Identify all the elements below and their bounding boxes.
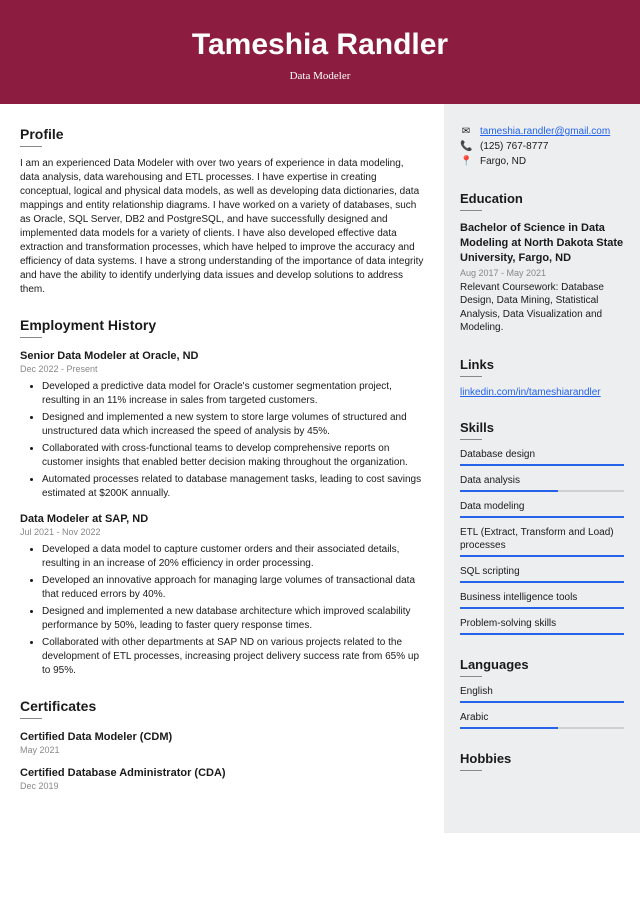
bullet: Designed and implemented a new database …	[42, 605, 424, 633]
skill-name: Data modeling	[460, 500, 624, 513]
bullet: Collaborated with other departments at S…	[42, 636, 424, 678]
resume-header: Tameshia Randler Data Modeler	[0, 0, 640, 104]
job-dates: Dec 2022 - Present	[20, 364, 424, 374]
profile-title: Profile	[20, 126, 424, 147]
envelope-icon: ✉	[460, 126, 472, 137]
job-title: Data Modeler at SAP, ND	[20, 513, 424, 525]
certificate-name: Certified Database Administrator (CDA)	[20, 767, 424, 779]
skill-bar	[460, 607, 624, 609]
skill-name: Database design	[460, 448, 624, 461]
certificate-name: Certified Data Modeler (CDM)	[20, 731, 424, 743]
email-link[interactable]: tameshia.randler@gmail.com	[480, 126, 610, 137]
job-dates: Jul 2021 - Nov 2022	[20, 527, 424, 537]
employment-section: Employment History Senior Data Modeler a…	[20, 317, 424, 678]
certificate-date: Dec 2019	[20, 781, 424, 791]
linkedin-link[interactable]: linkedin.com/in/tameshiarandler	[460, 387, 601, 398]
sidebar-column: ✉ tameshia.randler@gmail.com 📞 (125) 767…	[444, 104, 640, 833]
contact-location-row: 📍 Fargo, ND	[460, 156, 624, 167]
bullet: Developed a data model to capture custom…	[42, 543, 424, 571]
skill-bar	[460, 581, 624, 583]
employment-title: Employment History	[20, 317, 424, 338]
bullet: Developed a predictive data model for Or…	[42, 380, 424, 408]
phone-text: (125) 767-8777	[480, 141, 548, 152]
skill-name: Arabic	[460, 711, 624, 724]
job-bullets: Developed a predictive data model for Or…	[20, 380, 424, 501]
skill-name: SQL scripting	[460, 565, 624, 578]
certificate-date: May 2021	[20, 745, 424, 755]
person-name: Tameshia Randler	[0, 28, 640, 62]
skill-name: English	[460, 685, 624, 698]
bullet: Developed an innovative approach for man…	[42, 574, 424, 602]
skill-name: Problem-solving skills	[460, 617, 624, 630]
hobbies-section: Hobbies	[460, 751, 624, 771]
bullet: Automated processes related to database …	[42, 473, 424, 501]
profile-text: I am an experienced Data Modeler with ov…	[20, 157, 424, 297]
contact-phone-row: 📞 (125) 767-8777	[460, 141, 624, 152]
skill-name: ETL (Extract, Transform and Load) proces…	[460, 526, 624, 552]
hobbies-title: Hobbies	[460, 751, 624, 771]
job-entry: Senior Data Modeler at Oracle, ND Dec 20…	[20, 350, 424, 501]
skill-bar	[460, 701, 624, 703]
certificates-section: Certificates Certified Data Modeler (CDM…	[20, 698, 424, 791]
education-title: Education	[460, 191, 624, 211]
bullet: Collaborated with cross-functional teams…	[42, 442, 424, 470]
skills-section: Skills Database design Data analysis Data …	[460, 420, 624, 635]
skill-bar	[460, 516, 624, 518]
contact-email-row: ✉ tameshia.randler@gmail.com	[460, 126, 624, 137]
skill-bar	[460, 490, 624, 492]
job-bullets: Developed a data model to capture custom…	[20, 543, 424, 678]
degree-title: Bachelor of Science in Data Modeling at …	[460, 221, 624, 266]
phone-icon: 📞	[460, 141, 472, 152]
skill-bar	[460, 633, 624, 635]
degree-dates: Aug 2017 - May 2021	[460, 268, 624, 278]
links-title: Links	[460, 357, 624, 377]
skill-name: Business intelligence tools	[460, 591, 624, 604]
skills-title: Skills	[460, 420, 624, 440]
bullet: Designed and implemented a new system to…	[42, 411, 424, 439]
links-section: Links linkedin.com/in/tameshiarandler	[460, 357, 624, 398]
skill-bar	[460, 555, 624, 557]
languages-title: Languages	[460, 657, 624, 677]
person-title: Data Modeler	[0, 70, 640, 82]
skill-bar	[460, 464, 624, 466]
job-entry: Data Modeler at SAP, ND Jul 2021 - Nov 2…	[20, 513, 424, 678]
skill-name: Data analysis	[460, 474, 624, 487]
location-text: Fargo, ND	[480, 156, 526, 167]
certificates-title: Certificates	[20, 698, 424, 719]
contact-block: ✉ tameshia.randler@gmail.com 📞 (125) 767…	[460, 126, 624, 167]
skill-bar	[460, 727, 624, 729]
languages-section: Languages English Arabic	[460, 657, 624, 729]
profile-section: Profile I am an experienced Data Modeler…	[20, 126, 424, 297]
map-pin-icon: 📍	[460, 156, 472, 167]
degree-desc: Relevant Coursework: Database Design, Da…	[460, 281, 624, 335]
education-section: Education Bachelor of Science in Data Mo…	[460, 191, 624, 335]
main-column: Profile I am an experienced Data Modeler…	[0, 104, 444, 833]
job-title: Senior Data Modeler at Oracle, ND	[20, 350, 424, 362]
